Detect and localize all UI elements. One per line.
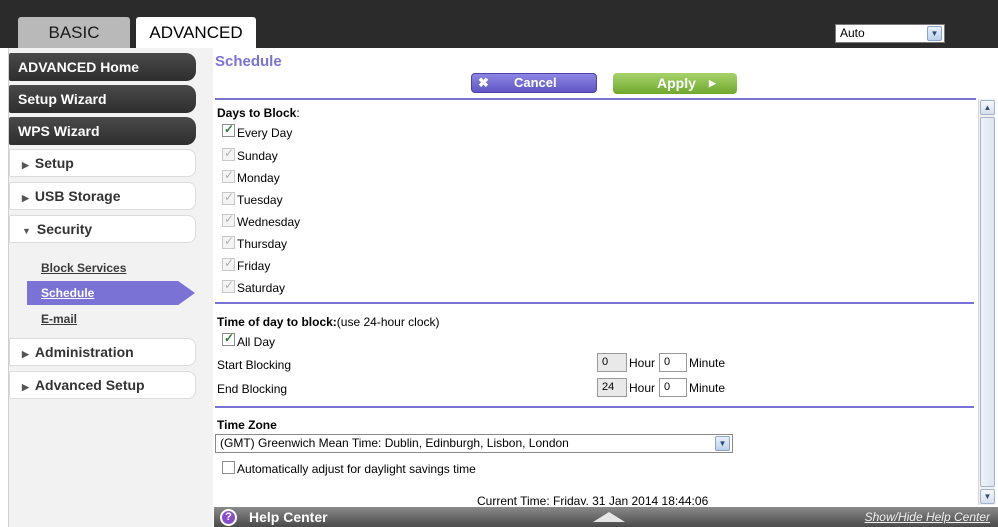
- scroll-thumb[interactable]: [980, 117, 995, 487]
- dst-checkbox[interactable]: [222, 461, 235, 474]
- day-checkbox-friday[interactable]: [222, 256, 235, 271]
- day-label-sunday: Sunday: [237, 149, 278, 163]
- help-center-label: Help Center: [249, 509, 328, 525]
- cancel-button[interactable]: ✖ Cancel: [471, 73, 597, 93]
- sidebar-item-advanced-setup[interactable]: ▶ Advanced Setup: [9, 371, 196, 399]
- tab-advanced[interactable]: ADVANCED: [136, 17, 256, 48]
- help-center-bar: ? Help Center Show/Hide Help Center: [214, 507, 998, 527]
- start-blocking-label: Start Blocking: [217, 358, 292, 372]
- chevron-down-icon: ▼: [715, 436, 730, 451]
- end-minute-input[interactable]: 0: [659, 378, 687, 397]
- day-checkbox-monday[interactable]: [222, 168, 235, 183]
- top-tab-bar: BASIC ADVANCED Auto ▼: [0, 0, 998, 48]
- sidebar-item-label: Security: [36, 221, 93, 237]
- sidebar-item-label: Advanced Setup: [34, 377, 145, 393]
- day-checkbox-thursday[interactable]: [222, 234, 235, 249]
- days-heading: Days to Block:: [217, 106, 300, 120]
- expand-arrow-icon[interactable]: [593, 512, 625, 522]
- sidebar-item-setup-wizard[interactable]: Setup Wizard: [9, 85, 196, 113]
- language-select-value: Auto: [840, 26, 865, 40]
- time-heading: Time of day to block:(use 24-hour clock): [217, 315, 440, 329]
- chevron-down-icon: ▼: [927, 26, 942, 41]
- apply-button-label: Apply: [657, 75, 696, 91]
- triangle-right-icon: ▶: [709, 78, 716, 88]
- sidebar: ADVANCED Home Setup Wizard WPS Wizard ▶ S…: [8, 48, 213, 527]
- day-checkbox-tuesday[interactable]: [222, 190, 235, 205]
- triangle-right-icon: ▶: [22, 349, 29, 359]
- divider: [215, 406, 974, 408]
- sidebar-item-wps-wizard[interactable]: WPS Wizard: [9, 117, 196, 145]
- all-day-label: All Day: [237, 335, 276, 349]
- timezone-select[interactable]: (GMT) Greenwich Mean Time: Dublin, Edinb…: [215, 434, 733, 453]
- triangle-right-icon: ▶: [22, 160, 29, 170]
- sidebar-item-usb-storage[interactable]: ▶ USB Storage: [9, 182, 196, 210]
- day-label-monday: Monday: [237, 171, 280, 185]
- page-title: Schedule: [215, 53, 282, 70]
- sidebar-subitem-label: Schedule: [41, 286, 95, 300]
- triangle-right-icon: ▶: [22, 382, 29, 392]
- day-label-tuesday: Tuesday: [237, 193, 283, 207]
- day-checkbox-wednesday[interactable]: [222, 212, 235, 227]
- scroll-up-icon[interactable]: ▲: [980, 100, 995, 115]
- day-label-friday: Friday: [237, 259, 271, 273]
- dst-label: Automatically adjust for daylight saving…: [237, 462, 476, 476]
- show-hide-help-center-link[interactable]: Show/Hide Help Center: [865, 510, 990, 524]
- day-checkbox-saturday[interactable]: [222, 278, 235, 293]
- minute-label: Minute: [689, 381, 726, 395]
- apply-button[interactable]: Apply ▶: [613, 73, 737, 94]
- sidebar-item-label: Administration: [34, 344, 134, 360]
- sidebar-item-advanced-home[interactable]: ADVANCED Home: [9, 53, 196, 81]
- end-blocking-label: End Blocking: [217, 382, 288, 396]
- sidebar-item-setup[interactable]: ▶ Setup: [9, 149, 196, 177]
- start-minute-input[interactable]: 0: [659, 353, 687, 372]
- timezone-select-value: (GMT) Greenwich Mean Time: Dublin, Edinb…: [220, 436, 569, 450]
- scroll-down-icon[interactable]: ▼: [980, 489, 995, 504]
- sidebar-subitem-email[interactable]: E-mail: [41, 312, 77, 326]
- close-icon: ✖: [478, 75, 489, 90]
- tab-basic[interactable]: BASIC: [18, 17, 130, 48]
- end-hour-input[interactable]: 24: [597, 378, 627, 397]
- sidebar-subitem-block-services[interactable]: Block Services: [41, 261, 126, 275]
- content-scrollbar[interactable]: ▲ ▼: [978, 99, 995, 505]
- day-label-thursday: Thursday: [237, 237, 288, 251]
- help-icon[interactable]: ?: [220, 509, 237, 526]
- timezone-heading: Time Zone: [217, 418, 277, 432]
- sidebar-item-administration[interactable]: ▶ Administration: [9, 338, 196, 366]
- day-label-wednesday: Wednesday: [237, 215, 301, 229]
- cancel-button-label: Cancel: [514, 75, 557, 90]
- every-day-checkbox[interactable]: [222, 122, 235, 137]
- language-select[interactable]: Auto ▼: [835, 24, 945, 43]
- sidebar-item-label: Setup: [34, 155, 74, 171]
- all-day-checkbox[interactable]: [222, 331, 235, 346]
- sidebar-item-security[interactable]: ▼ Security: [9, 215, 196, 243]
- triangle-right-icon: ▶: [22, 193, 29, 203]
- hour-label: Hour: [629, 356, 656, 370]
- sidebar-item-label: USB Storage: [34, 188, 121, 204]
- every-day-label: Every Day: [237, 126, 293, 140]
- current-time: Current Time: Friday, 31 Jan 2014 18:44:…: [477, 494, 709, 505]
- divider: [215, 302, 974, 304]
- day-checkbox-sunday[interactable]: [222, 146, 235, 161]
- schedule-form: Days to Block: Every Day Sunday Monday T…: [215, 100, 977, 505]
- hour-label: Hour: [629, 381, 656, 395]
- minute-label: Minute: [689, 356, 726, 370]
- sidebar-subitem-schedule[interactable]: Schedule: [27, 281, 195, 305]
- start-hour-input[interactable]: 0: [597, 353, 627, 372]
- triangle-down-icon: ▼: [22, 226, 31, 236]
- day-label-saturday: Saturday: [237, 281, 286, 295]
